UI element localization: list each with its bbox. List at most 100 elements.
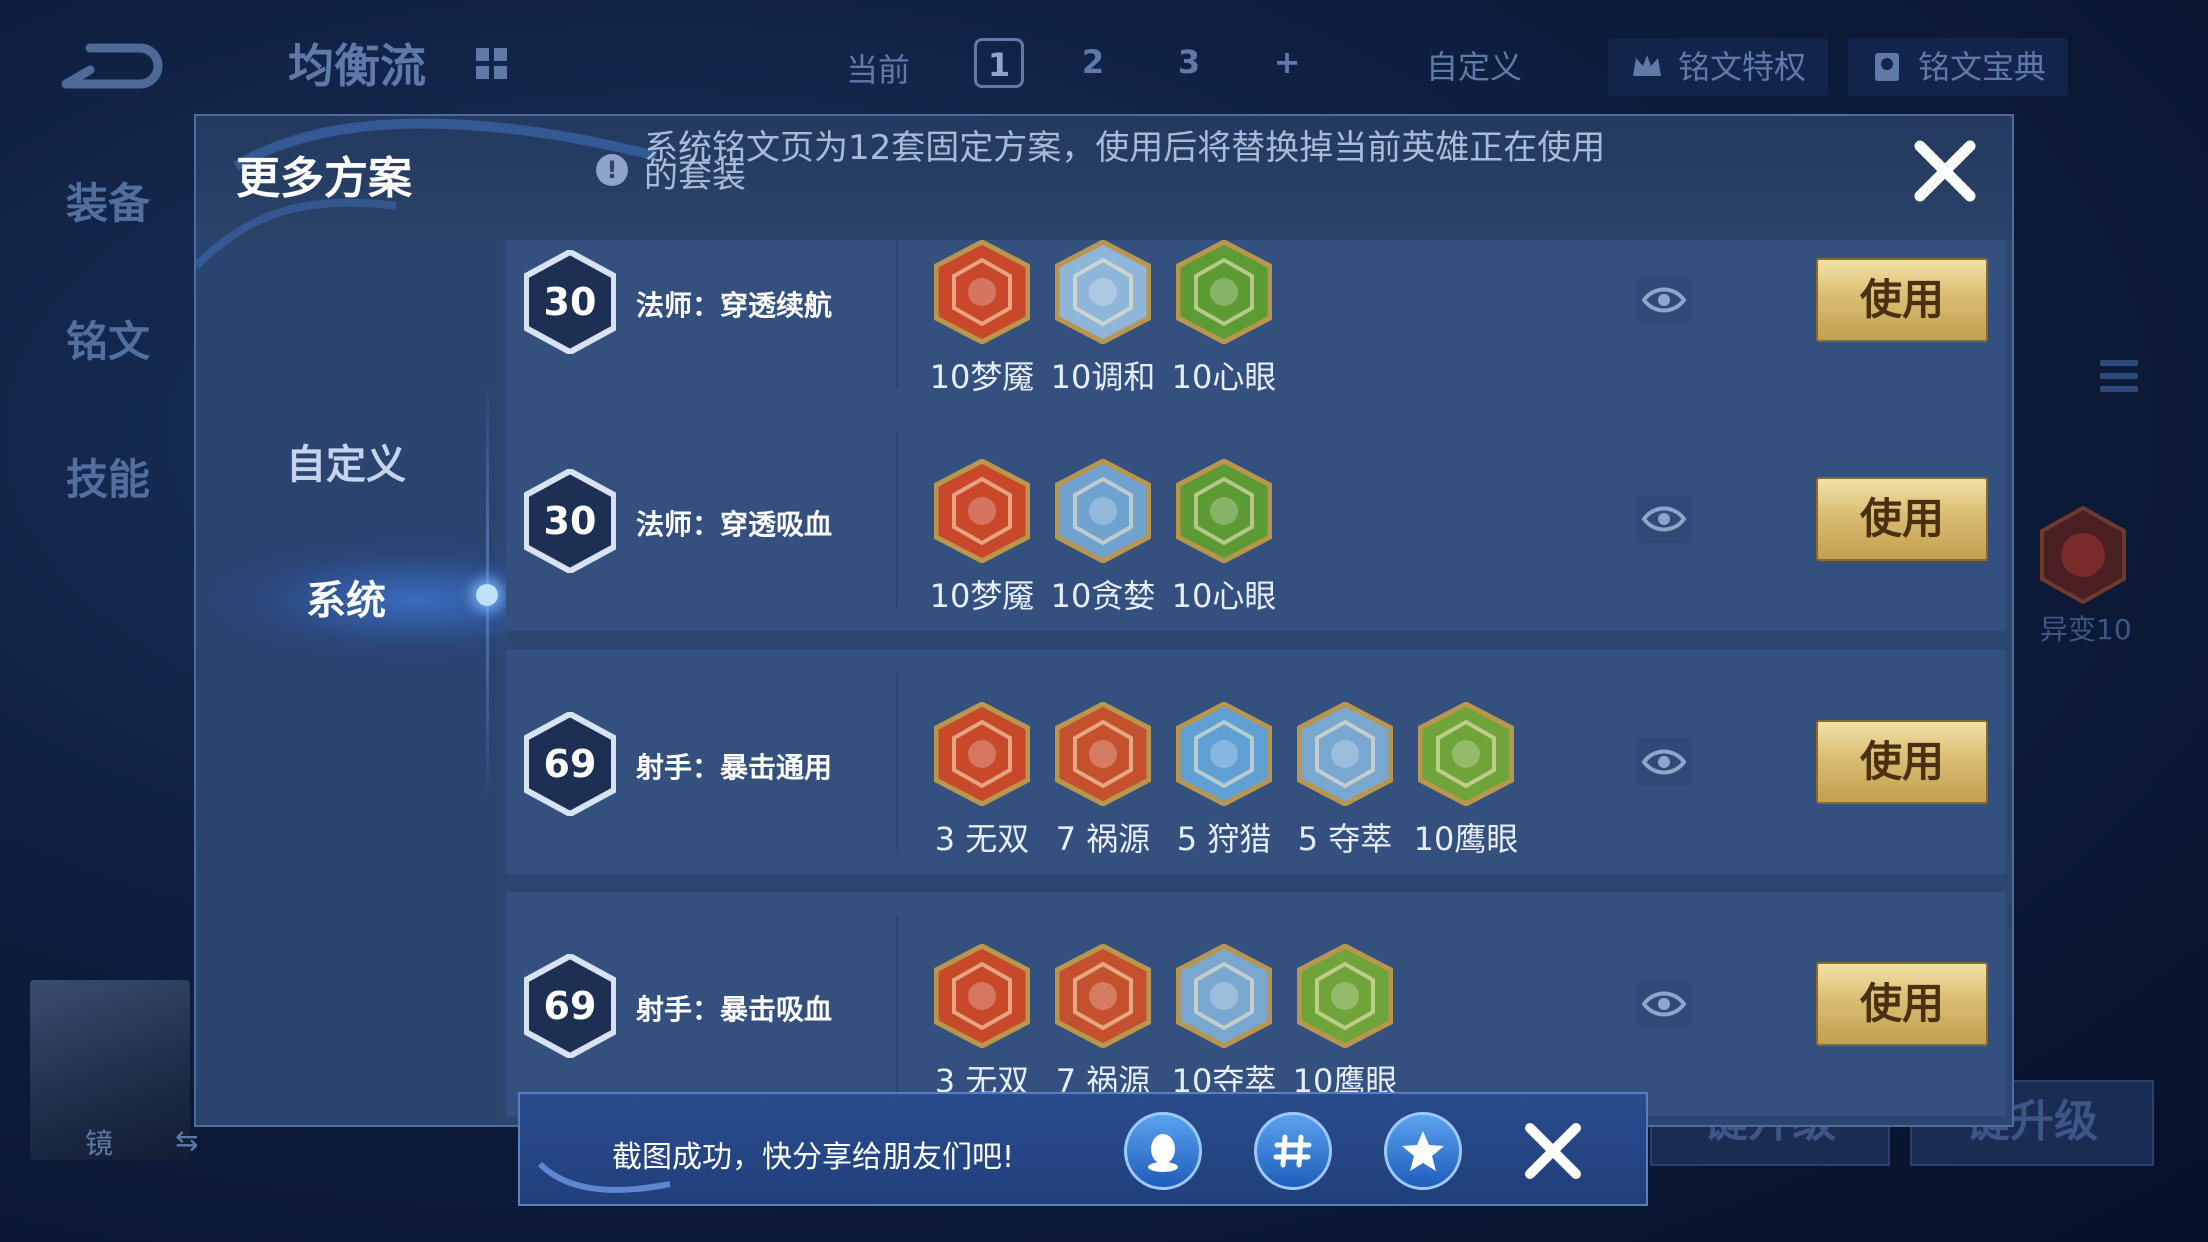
row-divider	[896, 240, 898, 388]
rune-item[interactable]: 10鹰眼	[1285, 944, 1405, 1102]
rune-label: 10心眼	[1171, 358, 1277, 396]
book-icon	[1875, 53, 1899, 81]
nightmare-rune-icon	[934, 459, 1030, 563]
preset-name: 射手：暴击通用	[636, 751, 833, 784]
hawk-eye-rune-icon	[1297, 944, 1393, 1048]
mind-eye-rune-icon	[1176, 240, 1272, 344]
qzone-share-button[interactable]	[1384, 1112, 1462, 1190]
mind-eye-rune-icon	[1176, 459, 1272, 563]
preset-list[interactable]: 30 法师：穿透续航 10梦魇 10调和 10心眼 使用 30 法师：穿透吸血 10梦魇 10贪婪…	[506, 240, 2006, 1125]
rune-item[interactable]: 7 祸源	[1043, 702, 1163, 860]
rune-item[interactable]: 10贪婪	[1043, 459, 1163, 617]
hawk-eye-rune-icon	[1418, 702, 1514, 806]
rune-item[interactable]: 10心眼	[1164, 240, 1284, 398]
swap-icon[interactable]: ⇆	[175, 1124, 198, 1157]
qq-icon	[1148, 1134, 1178, 1172]
preset-row: 69 射手：暴击通用 3 无双 7 祸源 5 狩猎 5 夺萃 10鹰眼 使用	[506, 650, 2006, 874]
rune-label: 10调和	[1050, 358, 1156, 396]
rune-item[interactable]: 5 夺萃	[1285, 702, 1405, 860]
more-presets-modal: 自定义 系统 30 法师：穿透续航 10梦魇 10调和 10心眼 使用 30 法师：穿透吸血 1…	[194, 114, 2014, 1127]
toast-close-icon[interactable]	[1522, 1120, 1584, 1182]
rune-item[interactable]: 3 无双	[922, 944, 1042, 1102]
rune-label: 10贪婪	[1050, 577, 1156, 615]
eye-icon[interactable]	[1636, 980, 1692, 1028]
use-preset-button[interactable]: 使用	[1816, 720, 1988, 804]
side-tab-equipment[interactable]: 装备	[66, 170, 150, 231]
notice-text: 系统铭文页为12套固定方案，使用后将替换掉当前英雄正在使用 的套装	[644, 131, 1644, 193]
rune-item[interactable]: 7 祸源	[1043, 944, 1163, 1102]
back-arrow-icon[interactable]	[60, 40, 170, 90]
rune-item[interactable]: 10心眼	[1164, 459, 1284, 617]
rune-label: 10梦魇	[929, 358, 1035, 396]
side-tab-runes[interactable]: 铭文	[66, 308, 150, 369]
eye-icon[interactable]	[1636, 276, 1692, 324]
rune-item[interactable]: 10梦魇	[922, 459, 1042, 617]
mutation-rune-icon	[2040, 505, 2126, 605]
rune-codex-label: 铭文宝典	[1918, 48, 2047, 86]
rune-label: 7 祸源	[1055, 820, 1151, 858]
eye-icon[interactable]	[1636, 738, 1692, 786]
rune-item[interactable]: 10鹰眼	[1406, 702, 1526, 860]
rune-item[interactable]: 5 狩猎	[1164, 702, 1284, 860]
preset-level: 69	[543, 984, 597, 1028]
plunder-rune-icon	[1176, 944, 1272, 1048]
rune-label: 10心眼	[1171, 577, 1277, 615]
greed-rune-icon	[1055, 459, 1151, 563]
nightmare-rune-icon	[934, 240, 1030, 344]
use-preset-button[interactable]: 使用	[1816, 477, 1988, 561]
top-bar: 均衡流 当前 1 2 3 + 自定义 铭文特权 铭文宝典	[0, 0, 2208, 120]
add-page-button[interactable]: +	[1262, 38, 1312, 88]
share-toast: 截图成功，快分享给朋友们吧!	[518, 1092, 1648, 1206]
page-tab-2[interactable]: 2	[1068, 38, 1118, 88]
share-message: 截图成功，快分享给朋友们吧!	[612, 1140, 1015, 1175]
preset-level: 69	[543, 742, 597, 786]
qq-share-button[interactable]	[1124, 1112, 1202, 1190]
eye-icon[interactable]	[1636, 495, 1692, 543]
use-preset-button[interactable]: 使用	[1816, 962, 1988, 1046]
rune-item[interactable]: 10梦魇	[922, 240, 1042, 398]
rune-privilege-label: 铭文特权	[1678, 48, 1807, 86]
list-icon[interactable]	[2100, 360, 2138, 408]
moments-share-button[interactable]	[1254, 1112, 1332, 1190]
star-icon	[1402, 1131, 1444, 1171]
mutation-rune-label: 异变10	[2040, 613, 2132, 646]
hunt-rune-icon	[1176, 702, 1272, 806]
rune-item[interactable]: 10夺萃	[1164, 944, 1284, 1102]
row-divider	[896, 674, 898, 850]
preset-category-nav: 自定义 系统	[196, 240, 506, 1125]
rune-label: 10鹰眼	[1413, 820, 1519, 858]
harmony-rune-icon	[1055, 240, 1151, 344]
rune-codex-button[interactable]: 铭文宝典	[1848, 38, 2069, 96]
crown-icon	[1633, 55, 1661, 76]
rune-label: 5 狩猎	[1176, 820, 1272, 858]
rune-privilege-button[interactable]: 铭文特权	[1608, 38, 1829, 96]
custom-button[interactable]: 自定义	[1426, 38, 1522, 96]
preset-row: 69 射手：暴击吸血 3 无双 7 祸源 10夺萃 10鹰眼 使用	[506, 892, 2006, 1116]
side-tab-skills[interactable]: 技能	[66, 446, 150, 507]
build-name: 均衡流	[288, 39, 426, 93]
rune-label: 3 无双	[934, 820, 1030, 858]
preset-level: 30	[543, 499, 597, 543]
nav-tab-system[interactable]: 系统	[196, 568, 496, 626]
current-page-label: 当前	[846, 51, 911, 89]
modal-header: 更多方案 ! 系统铭文页为12套固定方案，使用后将替换掉当前英雄正在使用 的套装	[196, 116, 2012, 269]
notice-line-1: 系统铭文页为12套固定方案，使用后将替换掉当前英雄正在使用	[644, 128, 1606, 168]
preset-row: 30 法师：穿透吸血 10梦魇 10贪婪 10心眼 使用	[506, 407, 2006, 631]
row-divider	[896, 431, 898, 607]
nav-active-indicator	[476, 584, 498, 606]
nav-tab-custom[interactable]: 自定义	[196, 432, 496, 490]
rune-label: 10梦魇	[929, 577, 1035, 615]
page-tab-3[interactable]: 3	[1164, 38, 1214, 88]
grid-icon[interactable]	[476, 48, 508, 80]
rune-label: 5 夺萃	[1297, 820, 1393, 858]
rune-item[interactable]: 10调和	[1043, 240, 1163, 398]
rune-item[interactable]: 3 无双	[922, 702, 1042, 860]
modal-title: 更多方案	[236, 153, 412, 204]
calamity-rune-icon	[1055, 702, 1151, 806]
hashtag-icon	[1273, 1134, 1312, 1168]
page-tab-1[interactable]: 1	[974, 38, 1024, 88]
use-preset-button[interactable]: 使用	[1816, 258, 1988, 342]
close-icon[interactable]	[1910, 136, 1980, 206]
hero-name: 镜	[85, 1127, 114, 1160]
info-icon: !	[596, 154, 628, 186]
